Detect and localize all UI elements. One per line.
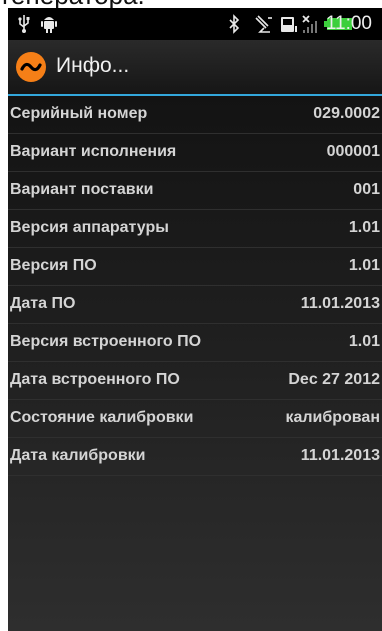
info-row-delivery: Вариант поставки 001 bbox=[8, 172, 382, 210]
row-label: Вариант исполнения bbox=[10, 143, 177, 160]
row-value: 000001 bbox=[326, 143, 380, 160]
no-signal-icon bbox=[302, 15, 317, 33]
row-label: Версия аппаратуры bbox=[10, 219, 169, 236]
row-value: 001 bbox=[353, 181, 380, 198]
row-value: 11.01.2013 bbox=[300, 295, 380, 312]
info-row-calibration-date: Дата калибровки 11.01.2013 bbox=[8, 438, 382, 476]
row-label: Дата калибровки bbox=[10, 447, 146, 464]
info-row-firmware-date: Дата встроенного ПО Dec 27 2012 bbox=[8, 362, 382, 400]
info-row-firmware-version: Версия встроенного ПО 1.01 bbox=[8, 324, 382, 362]
row-value: калиброван bbox=[285, 409, 380, 426]
sd-card-icon bbox=[281, 17, 297, 32]
phone-screen: 11:00 Инфо... Серийный номер 029.0002 Ва… bbox=[8, 8, 382, 631]
row-label: Вариант поставки bbox=[10, 181, 154, 198]
row-label: Версия встроенного ПО bbox=[10, 333, 202, 350]
android-debug-icon bbox=[41, 17, 57, 33]
row-value: 1.01 bbox=[348, 257, 380, 274]
info-row-software-date: Дата ПО 11.01.2013 bbox=[8, 286, 382, 324]
caption-text: генератора. bbox=[2, 0, 145, 8]
bluetooth-icon bbox=[229, 14, 240, 34]
clock: 11:00 bbox=[325, 13, 372, 34]
row-value: 1.01 bbox=[348, 219, 380, 236]
row-value: 11.01.2013 bbox=[300, 447, 380, 464]
info-row-software-version: Версия ПО 1.01 bbox=[8, 248, 382, 286]
row-label: Версия ПО bbox=[10, 257, 97, 274]
tilde-wave-icon[interactable] bbox=[16, 52, 46, 82]
status-bar: 11:00 bbox=[8, 8, 382, 40]
row-label: Серийный номер bbox=[10, 105, 148, 122]
row-value: 1.01 bbox=[348, 333, 380, 350]
info-row-variant: Вариант исполнения 000001 bbox=[8, 134, 382, 172]
info-row-calibration-state: Состояние калибровки калиброван bbox=[8, 400, 382, 438]
no-gps-icon bbox=[255, 15, 272, 33]
usb-icon bbox=[18, 15, 30, 33]
row-label: Дата встроенного ПО bbox=[10, 371, 180, 388]
info-list: Серийный номер 029.0002 Вариант исполнен… bbox=[8, 96, 382, 631]
cropped-caption: генератора. bbox=[0, 0, 382, 8]
row-value: Dec 27 2012 bbox=[288, 371, 380, 388]
action-bar: Инфо... bbox=[8, 40, 382, 96]
row-label: Дата ПО bbox=[10, 295, 76, 312]
info-row-serial: Серийный номер 029.0002 bbox=[8, 96, 382, 134]
screen-title: Инфо... bbox=[56, 54, 130, 77]
row-value: 029.0002 bbox=[313, 105, 380, 122]
row-label: Состояние калибровки bbox=[10, 409, 194, 426]
tilde-wave-shape bbox=[20, 62, 42, 72]
info-row-hardware-version: Версия аппаратуры 1.01 bbox=[8, 210, 382, 248]
